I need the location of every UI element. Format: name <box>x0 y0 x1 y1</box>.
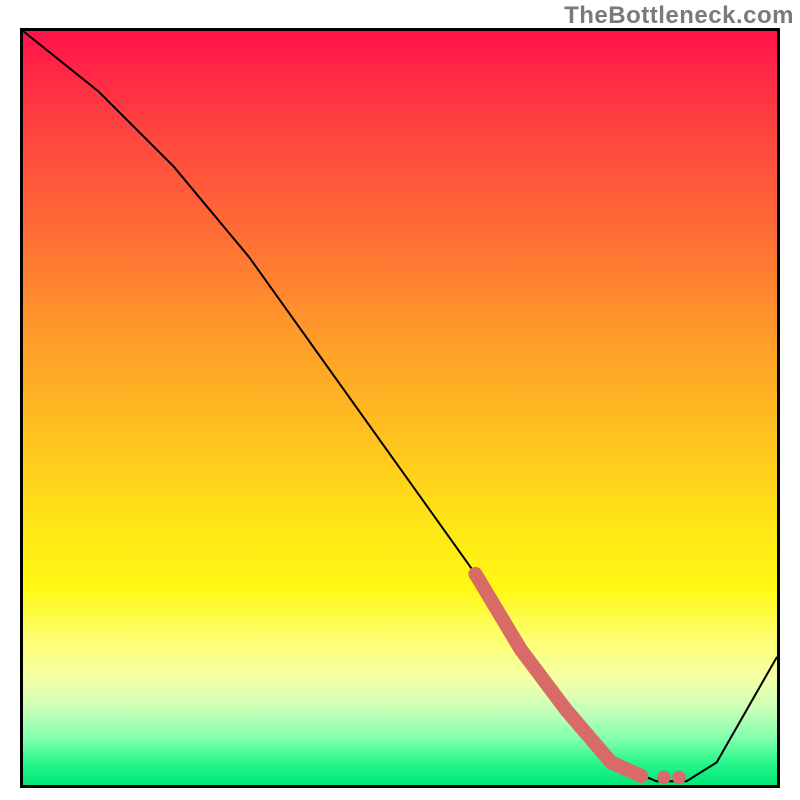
plot-svg <box>23 31 777 785</box>
main-curve <box>23 31 777 781</box>
highlight-solid <box>475 574 641 776</box>
watermark-text: TheBottleneck.com <box>564 2 794 30</box>
plot-frame <box>20 28 780 788</box>
highlight-dots <box>634 769 685 784</box>
chart-container: TheBottleneck.com <box>0 0 800 800</box>
